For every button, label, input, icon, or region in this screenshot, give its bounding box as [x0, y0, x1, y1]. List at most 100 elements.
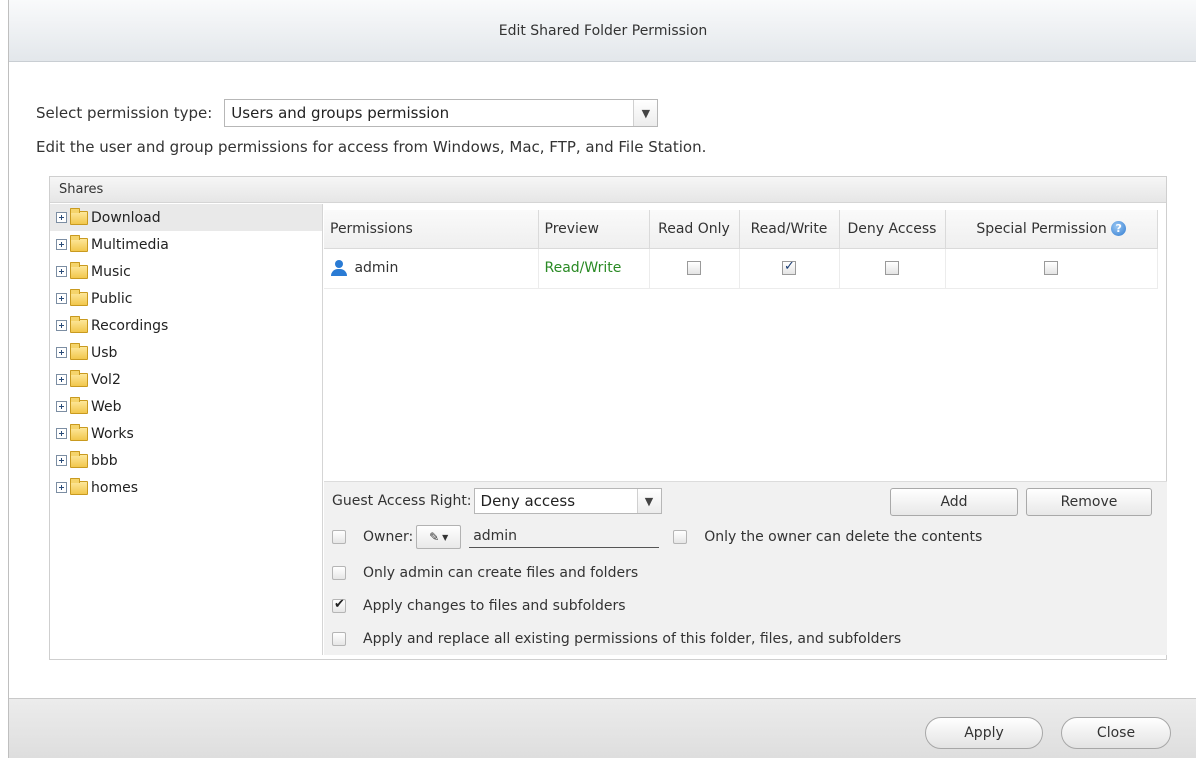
deny-access-checkbox[interactable]	[885, 261, 899, 275]
permission-type-select[interactable]: Users and groups permission ▼	[224, 99, 659, 127]
apply-replace-row: Apply and replace all existing permissio…	[332, 631, 901, 647]
tree-item-music[interactable]: Music	[50, 258, 322, 285]
read-write-checkbox[interactable]	[782, 259, 796, 275]
folder-icon	[70, 450, 88, 468]
folder-label: Recordings	[91, 317, 169, 334]
remove-button[interactable]: Remove	[1026, 488, 1152, 516]
tree-item-web[interactable]: Web	[50, 393, 322, 420]
owner-only-delete-label: Only the owner can delete the contents	[704, 529, 983, 545]
help-icon[interactable]: ?	[1111, 220, 1127, 236]
folder-label: Multimedia	[91, 236, 169, 253]
close-button[interactable]: Close	[1061, 717, 1171, 749]
guest-access-select[interactable]: Deny access ▼	[473, 488, 662, 514]
dialog-title: Edit Shared Folder Permission	[498, 22, 708, 39]
expand-icon[interactable]	[56, 347, 67, 358]
add-button[interactable]: Add	[890, 488, 1018, 516]
apply-changes-label: Apply changes to files and subfolders	[363, 598, 626, 614]
tree-item-recordings[interactable]: Recordings	[50, 312, 322, 339]
folder-icon	[70, 396, 88, 414]
column-deny-access: Deny Access	[839, 210, 946, 249]
permission-user-cell: admin	[324, 248, 539, 289]
shares-tree: Download Multimedia Music Public Recordi	[50, 204, 323, 655]
special-permission-cell	[945, 248, 1158, 289]
column-special-permission: Special Permission ?	[945, 210, 1158, 249]
expand-icon[interactable]	[56, 293, 67, 304]
folder-icon	[70, 369, 88, 387]
owner-edit-button[interactable]: ✎ ▼	[416, 525, 462, 549]
permissions-table: Permissions Preview Read Only Read/Write…	[324, 210, 1158, 289]
owner-row: Owner: ✎ ▼ admin Only the owner can dele…	[332, 525, 982, 549]
permission-options-area: Guest Access Right: Deny access ▼ Add Re…	[324, 481, 1167, 655]
folder-label: bbb	[91, 452, 118, 469]
folder-label: Vol2	[91, 371, 121, 388]
apply-button[interactable]: Apply	[925, 717, 1043, 749]
apply-replace-checkbox[interactable]	[332, 632, 346, 646]
expand-icon[interactable]	[56, 266, 67, 277]
chevron-down-icon: ▼	[442, 532, 449, 542]
tree-item-usb[interactable]: Usb	[50, 339, 322, 366]
tree-item-homes[interactable]: homes	[50, 474, 322, 501]
owner-only-delete-checkbox[interactable]	[673, 530, 688, 544]
owner-checkbox[interactable]	[332, 530, 346, 544]
folder-icon	[70, 288, 88, 306]
deny-access-cell	[839, 248, 946, 289]
tree-item-vol2[interactable]: Vol2	[50, 366, 322, 393]
folder-label: Works	[91, 425, 134, 442]
read-only-checkbox[interactable]	[687, 261, 701, 275]
apply-changes-checkbox[interactable]	[332, 597, 346, 613]
tree-item-download[interactable]: Download	[50, 204, 322, 231]
expand-icon[interactable]	[56, 428, 67, 439]
expand-icon[interactable]	[56, 482, 67, 493]
edit-permission-dialog: Edit Shared Folder Permission Select per…	[8, 0, 1196, 758]
folder-icon	[70, 207, 88, 225]
chevron-down-icon[interactable]: ▼	[636, 489, 661, 513]
folder-label: Usb	[91, 344, 118, 361]
permission-type-value: Users and groups permission	[231, 104, 450, 122]
expand-icon[interactable]	[56, 374, 67, 385]
column-permissions: Permissions	[324, 210, 539, 249]
folder-label: Download	[91, 209, 161, 226]
tree-item-bbb[interactable]: bbb	[50, 447, 322, 474]
tree-item-works[interactable]: Works	[50, 420, 322, 447]
permission-description: Edit the user and group permissions for …	[36, 138, 707, 156]
folder-label: Music	[91, 263, 131, 280]
expand-icon[interactable]	[56, 401, 67, 412]
pencil-icon: ✎	[429, 530, 440, 544]
chevron-down-icon[interactable]: ▼	[633, 100, 658, 126]
admin-only-create-row: Only admin can create files and folders	[332, 565, 638, 581]
folder-label: Web	[91, 398, 122, 415]
permissions-area: Permissions Preview Read Only Read/Write…	[324, 204, 1167, 655]
guest-access-row: Guest Access Right: Deny access ▼	[332, 488, 662, 514]
shares-header: Shares	[50, 177, 1166, 203]
column-read-write: Read/Write	[739, 210, 840, 249]
special-permission-checkbox[interactable]	[1044, 261, 1059, 275]
expand-icon[interactable]	[56, 455, 67, 466]
tree-item-multimedia[interactable]: Multimedia	[50, 231, 322, 258]
folder-label: Public	[91, 290, 133, 307]
column-read-only: Read Only	[649, 210, 740, 249]
shares-panel: Shares Download Multimedia Music Public	[49, 176, 1167, 660]
admin-only-create-label: Only admin can create files and folders	[363, 565, 639, 581]
tree-item-public[interactable]: Public	[50, 285, 322, 312]
expand-icon[interactable]	[56, 320, 67, 331]
permission-type-row: Select permission type: Users and groups…	[36, 97, 659, 129]
expand-icon[interactable]	[56, 239, 67, 250]
table-row[interactable]: admin Read/Write	[324, 248, 1158, 289]
permission-user: admin	[354, 260, 399, 276]
column-preview: Preview	[538, 210, 650, 249]
special-permission-label: Special Permission	[976, 220, 1107, 237]
permission-type-label: Select permission type:	[36, 104, 213, 122]
owner-field[interactable]: admin	[469, 526, 660, 548]
dialog-footer: Apply Close	[9, 698, 1196, 758]
owner-label: Owner:	[363, 529, 414, 545]
folder-label: homes	[91, 479, 138, 496]
guest-access-label: Guest Access Right:	[332, 493, 472, 509]
guest-access-value: Deny access	[480, 492, 576, 510]
folder-icon	[70, 477, 88, 495]
read-write-cell	[739, 248, 840, 289]
user-icon	[330, 260, 348, 276]
expand-icon[interactable]	[56, 212, 67, 223]
folder-icon	[70, 261, 88, 279]
admin-only-create-checkbox[interactable]	[332, 566, 346, 580]
permission-preview: Read/Write	[538, 248, 650, 289]
